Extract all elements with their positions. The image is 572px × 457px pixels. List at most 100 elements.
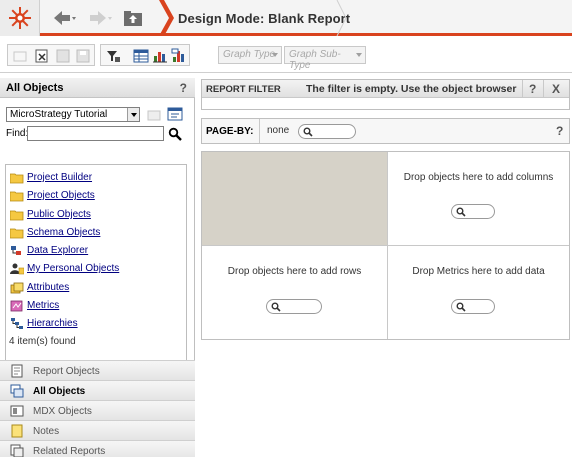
tree-item-label: Schema Objects (27, 227, 101, 238)
folder-icon (10, 191, 24, 202)
help-button[interactable]: ? (180, 81, 187, 95)
browse-icon[interactable] (167, 106, 183, 122)
report-filter-header: REPORT FILTER The filter is empty. Use t… (202, 80, 569, 98)
graph-subtype-select[interactable]: Graph Sub-Type (284, 46, 366, 71)
top-bar: Design Mode: Blank Report (0, 0, 572, 36)
report-objects-icon (11, 364, 23, 378)
data-search[interactable] (451, 299, 495, 314)
tree-item-label: Public Objects (27, 209, 91, 220)
toolbar-group-view (100, 44, 190, 66)
tree-item-label: Project Builder (27, 172, 93, 183)
attributes-icon (10, 282, 24, 294)
folder-icon (10, 228, 24, 239)
graph-subtype-label: Graph Sub-Type (289, 49, 341, 71)
graph-type-select[interactable]: Graph Type (218, 46, 282, 64)
report-filter-title: REPORT FILTER (206, 84, 281, 95)
back-arrow-icon (54, 11, 76, 25)
data-explorer-icon (11, 246, 21, 255)
columns-search[interactable] (451, 204, 495, 219)
tree-item-label: My Personal Objects (27, 263, 120, 274)
page-title: Design Mode: Blank Report (178, 11, 351, 26)
filter-funnel-icon[interactable] (105, 48, 121, 64)
accordion-label: All Objects (33, 386, 86, 397)
accordion-label: MDX Objects (33, 406, 92, 417)
page-by-label: PAGE-BY: (202, 119, 260, 143)
up-folder-button[interactable] (123, 8, 143, 28)
tree-item-label: Data Explorer (27, 245, 89, 256)
page-by-search[interactable] (298, 124, 356, 139)
accordion-mdx-objects[interactable]: MDX Objects (0, 400, 195, 420)
search-icon (456, 302, 466, 312)
report-grid: Drop objects here to add columns Drop ob… (201, 151, 570, 340)
forward-button[interactable] (88, 8, 114, 28)
up-folder-icon (124, 11, 142, 26)
chevron-down-icon (272, 53, 278, 57)
tree-item-label: Metrics (27, 300, 60, 311)
accordion-all-objects[interactable]: All Objects (0, 380, 195, 400)
columns-drop-hint: Drop objects here to add columns (403, 172, 554, 183)
breadcrumb-end-icon (336, 0, 347, 36)
accordion-label: Notes (33, 426, 60, 437)
page-by-bar: PAGE-BY: none ? (201, 118, 570, 144)
logo-icon (9, 7, 31, 29)
tree-item-label: Hierarchies (27, 318, 78, 329)
save-icon[interactable] (55, 48, 71, 64)
grid-graph-view-icon[interactable] (171, 48, 187, 64)
data-drop-zone[interactable]: Drop Metrics here to add data (388, 246, 569, 339)
rows-drop-hint: Drop objects here to add rows (227, 266, 362, 277)
personal-objects-icon (10, 263, 24, 275)
object-browser-title: All Objects (6, 82, 64, 94)
all-objects-icon (10, 384, 24, 398)
object-browser-header: All Objects ? (0, 78, 195, 98)
accordion-label: Related Reports (33, 446, 106, 457)
accordion-notes[interactable]: Notes (0, 420, 195, 440)
project-select-value: MicroStrategy Tutorial (10, 109, 108, 120)
search-icon (456, 207, 466, 217)
undo-icon[interactable] (12, 48, 28, 64)
accordion-related-reports[interactable]: Related Reports (0, 440, 195, 457)
forward-arrow-icon (90, 11, 112, 25)
notes-icon (11, 424, 23, 438)
report-filter-message: The filter is empty. Use the object brow… (306, 83, 517, 95)
rows-search[interactable] (266, 299, 322, 314)
search-icon (303, 127, 313, 137)
folder-icon (10, 173, 24, 184)
report-filter-panel: REPORT FILTER The filter is empty. Use t… (201, 79, 570, 110)
project-select[interactable]: MicroStrategy Tutorial (6, 107, 140, 122)
page-by-help-button[interactable]: ? (556, 124, 563, 138)
back-button[interactable] (52, 8, 78, 28)
accordion-report-objects[interactable]: Report Objects (0, 360, 195, 380)
metrics-icon (10, 300, 23, 312)
microstrategy-logo[interactable] (0, 0, 40, 36)
chevron-down-icon (127, 108, 139, 121)
search-icon[interactable] (168, 127, 182, 141)
filter-close-button[interactable]: X (552, 82, 560, 96)
new-folder-icon[interactable] (146, 106, 162, 122)
divider (522, 80, 523, 98)
divider (543, 80, 544, 98)
page-by-value: none (267, 125, 290, 136)
find-label: Find: (6, 128, 29, 139)
graph-type-label: Graph Type (223, 49, 276, 60)
accordion-label: Report Objects (33, 366, 100, 377)
grid-corner (202, 152, 388, 246)
grid-view-icon[interactable] (133, 48, 149, 64)
folder-icon (10, 210, 24, 221)
data-drop-hint: Drop Metrics here to add data (412, 266, 545, 277)
tree-item-label: Project Objects (27, 190, 95, 201)
toolbar: Graph Type Graph Sub-Type (0, 39, 572, 73)
filter-help-button[interactable]: ? (529, 82, 536, 96)
save-as-icon[interactable] (75, 48, 91, 64)
tree-item-label: Attributes (27, 282, 70, 293)
search-icon (271, 302, 281, 312)
columns-drop-zone[interactable]: Drop objects here to add columns (388, 152, 569, 246)
delete-icon[interactable] (34, 48, 50, 64)
graph-view-icon[interactable] (152, 48, 168, 64)
mdx-objects-icon (10, 405, 24, 417)
hierarchies-icon (11, 318, 23, 329)
rows-drop-zone[interactable]: Drop objects here to add rows (202, 246, 388, 339)
find-input[interactable] (27, 126, 164, 141)
chevron-down-icon (356, 53, 362, 57)
toolbar-group-edit (7, 44, 95, 66)
object-browser-panel: All Objects ? MicroStrategy Tutorial Fin… (0, 78, 195, 457)
